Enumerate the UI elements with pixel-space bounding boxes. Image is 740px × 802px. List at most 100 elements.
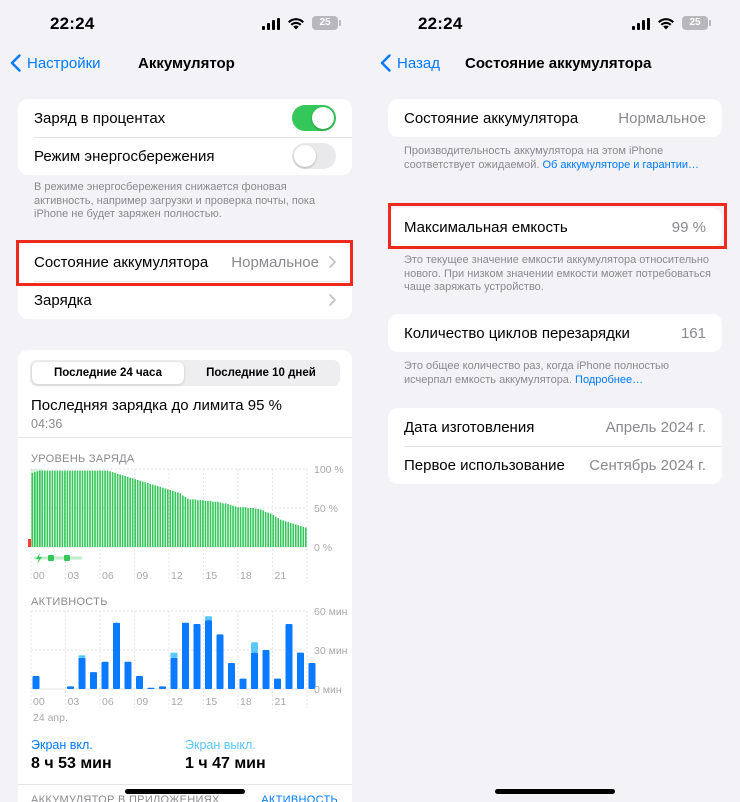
battery-bar bbox=[104, 470, 106, 547]
cellular-signal-icon bbox=[262, 18, 280, 30]
battery-bar bbox=[74, 470, 76, 547]
battery-bar bbox=[79, 470, 81, 547]
manufacture-row: Дата изготовления Апрель 2024 г. bbox=[388, 408, 722, 446]
battery-bar bbox=[141, 481, 144, 547]
dates-card: Дата изготовления Апрель 2024 г. Первое … bbox=[388, 408, 722, 484]
more-link[interactable]: Подробнее… bbox=[575, 374, 643, 386]
battery-bar bbox=[99, 470, 101, 547]
divider bbox=[18, 437, 352, 438]
warranty-link[interactable]: Об аккумуляторе и гарантии… bbox=[543, 159, 700, 171]
activity-link[interactable]: АКТИВНОСТЬ bbox=[261, 794, 338, 802]
activity-bar-screen-on bbox=[32, 676, 40, 689]
battery-bar bbox=[161, 487, 164, 547]
y-tick-label: 0 мин bbox=[314, 684, 342, 696]
battery-bar bbox=[146, 483, 149, 547]
x-tick-label: 00 bbox=[33, 696, 45, 708]
activity-bar-screen-on bbox=[170, 657, 178, 689]
battery-bar bbox=[154, 485, 157, 547]
page-title: Аккумулятор bbox=[138, 55, 235, 72]
activity-chart: 00 03 06 09 12 15 18 21 60 мин 30 мин 0 мин bbox=[30, 606, 348, 708]
battery-bar bbox=[172, 490, 174, 547]
tab-last-24-hours[interactable]: Последние 24 часа bbox=[32, 362, 184, 384]
percent-toggle[interactable] bbox=[292, 105, 336, 131]
battery-bar bbox=[222, 503, 224, 547]
back-button[interactable]: Настройки bbox=[10, 54, 101, 72]
charging-indicator-dot bbox=[64, 555, 70, 561]
battery-bar bbox=[192, 499, 194, 547]
date-label: 24 апр. bbox=[33, 712, 68, 724]
battery-bar bbox=[207, 500, 209, 547]
x-tick-label: 09 bbox=[137, 570, 149, 582]
activity-bar-screen-on bbox=[262, 650, 270, 689]
battery-bar bbox=[106, 470, 109, 547]
screen-off-value: 1 ч 47 мин bbox=[185, 755, 266, 772]
toggle-knob bbox=[294, 145, 316, 167]
low-power-toggle[interactable] bbox=[292, 143, 336, 169]
battery-bar bbox=[214, 501, 217, 547]
usage-card: Последние 24 часа Последние 10 дней Посл… bbox=[18, 350, 352, 802]
battery-bar bbox=[164, 488, 167, 547]
first-use-value: Сентябрь 2024 г. bbox=[589, 456, 706, 474]
battery-bar bbox=[86, 470, 89, 547]
battery-bar bbox=[272, 515, 274, 547]
battery-bar bbox=[177, 492, 179, 547]
battery-bar bbox=[289, 522, 292, 547]
chevron-right-icon bbox=[329, 294, 336, 306]
y-tick-label: 100 % bbox=[314, 464, 344, 476]
battery-bar bbox=[96, 470, 99, 547]
tab-last-10-days[interactable]: Последние 10 дней bbox=[186, 362, 336, 384]
battery-bar bbox=[139, 480, 141, 547]
back-button[interactable]: Назад bbox=[380, 54, 440, 72]
battery-bar bbox=[131, 478, 134, 547]
battery-bar bbox=[129, 477, 131, 547]
low-power-footer: В режиме энергосбережения снижается фоно… bbox=[34, 181, 316, 220]
battery-bar bbox=[252, 508, 254, 547]
battery-bar bbox=[39, 470, 41, 547]
health-label: Состояние аккумулятора bbox=[404, 109, 579, 127]
battery-bar bbox=[36, 471, 39, 547]
battery-bar bbox=[109, 471, 111, 547]
status-bar: 22:24 25 bbox=[370, 14, 740, 36]
battery-bar bbox=[66, 470, 69, 547]
activity-bar-screen-on bbox=[193, 624, 201, 689]
battery-bar bbox=[69, 470, 71, 547]
battery-bar bbox=[302, 526, 305, 547]
activity-bar-screen-on bbox=[205, 620, 212, 689]
battery-bar bbox=[114, 472, 116, 547]
battery-bar bbox=[89, 470, 91, 547]
battery-bar bbox=[49, 470, 51, 547]
status-bar: 22:24 25 bbox=[0, 14, 370, 36]
battery-bar bbox=[267, 512, 269, 547]
back-label: Настройки bbox=[27, 54, 101, 72]
battery-bar bbox=[81, 470, 84, 547]
nav-bar: Настройки Аккумулятор bbox=[0, 52, 370, 78]
battery-bar bbox=[46, 470, 49, 547]
battery-bar bbox=[34, 472, 36, 547]
battery-bar bbox=[224, 503, 227, 547]
battery-bar bbox=[244, 507, 247, 547]
battery-bar bbox=[264, 511, 267, 547]
battery-bar bbox=[136, 479, 139, 547]
battery-bar bbox=[269, 513, 272, 547]
x-tick-label: 03 bbox=[68, 570, 80, 582]
battery-bar bbox=[209, 500, 212, 547]
home-indicator bbox=[495, 789, 615, 794]
cycles-label: Количество циклов перезарядки bbox=[404, 324, 630, 342]
wifi-icon bbox=[658, 18, 674, 30]
charging-row[interactable]: Зарядка bbox=[18, 281, 352, 319]
battery-bar bbox=[232, 505, 234, 547]
activity-bar-screen-on bbox=[136, 676, 143, 689]
percent-label: Заряд в процентах bbox=[34, 109, 166, 127]
battery-bar bbox=[304, 527, 307, 547]
battery-bar bbox=[179, 493, 182, 547]
activity-bar-screen-on bbox=[239, 678, 247, 689]
screen-off-label: Экран выкл. bbox=[185, 738, 256, 752]
x-tick-label: 21 bbox=[275, 570, 287, 582]
battery-bar bbox=[169, 490, 172, 547]
battery-bar bbox=[59, 470, 61, 547]
health-value: Нормальное bbox=[618, 109, 706, 127]
battery-bar bbox=[257, 508, 259, 547]
cycles-footer: Это общее количество раз, когда iPhone п… bbox=[404, 360, 716, 387]
battery-bar bbox=[294, 524, 297, 547]
nav-bar: Назад Состояние аккумулятора bbox=[370, 52, 740, 78]
